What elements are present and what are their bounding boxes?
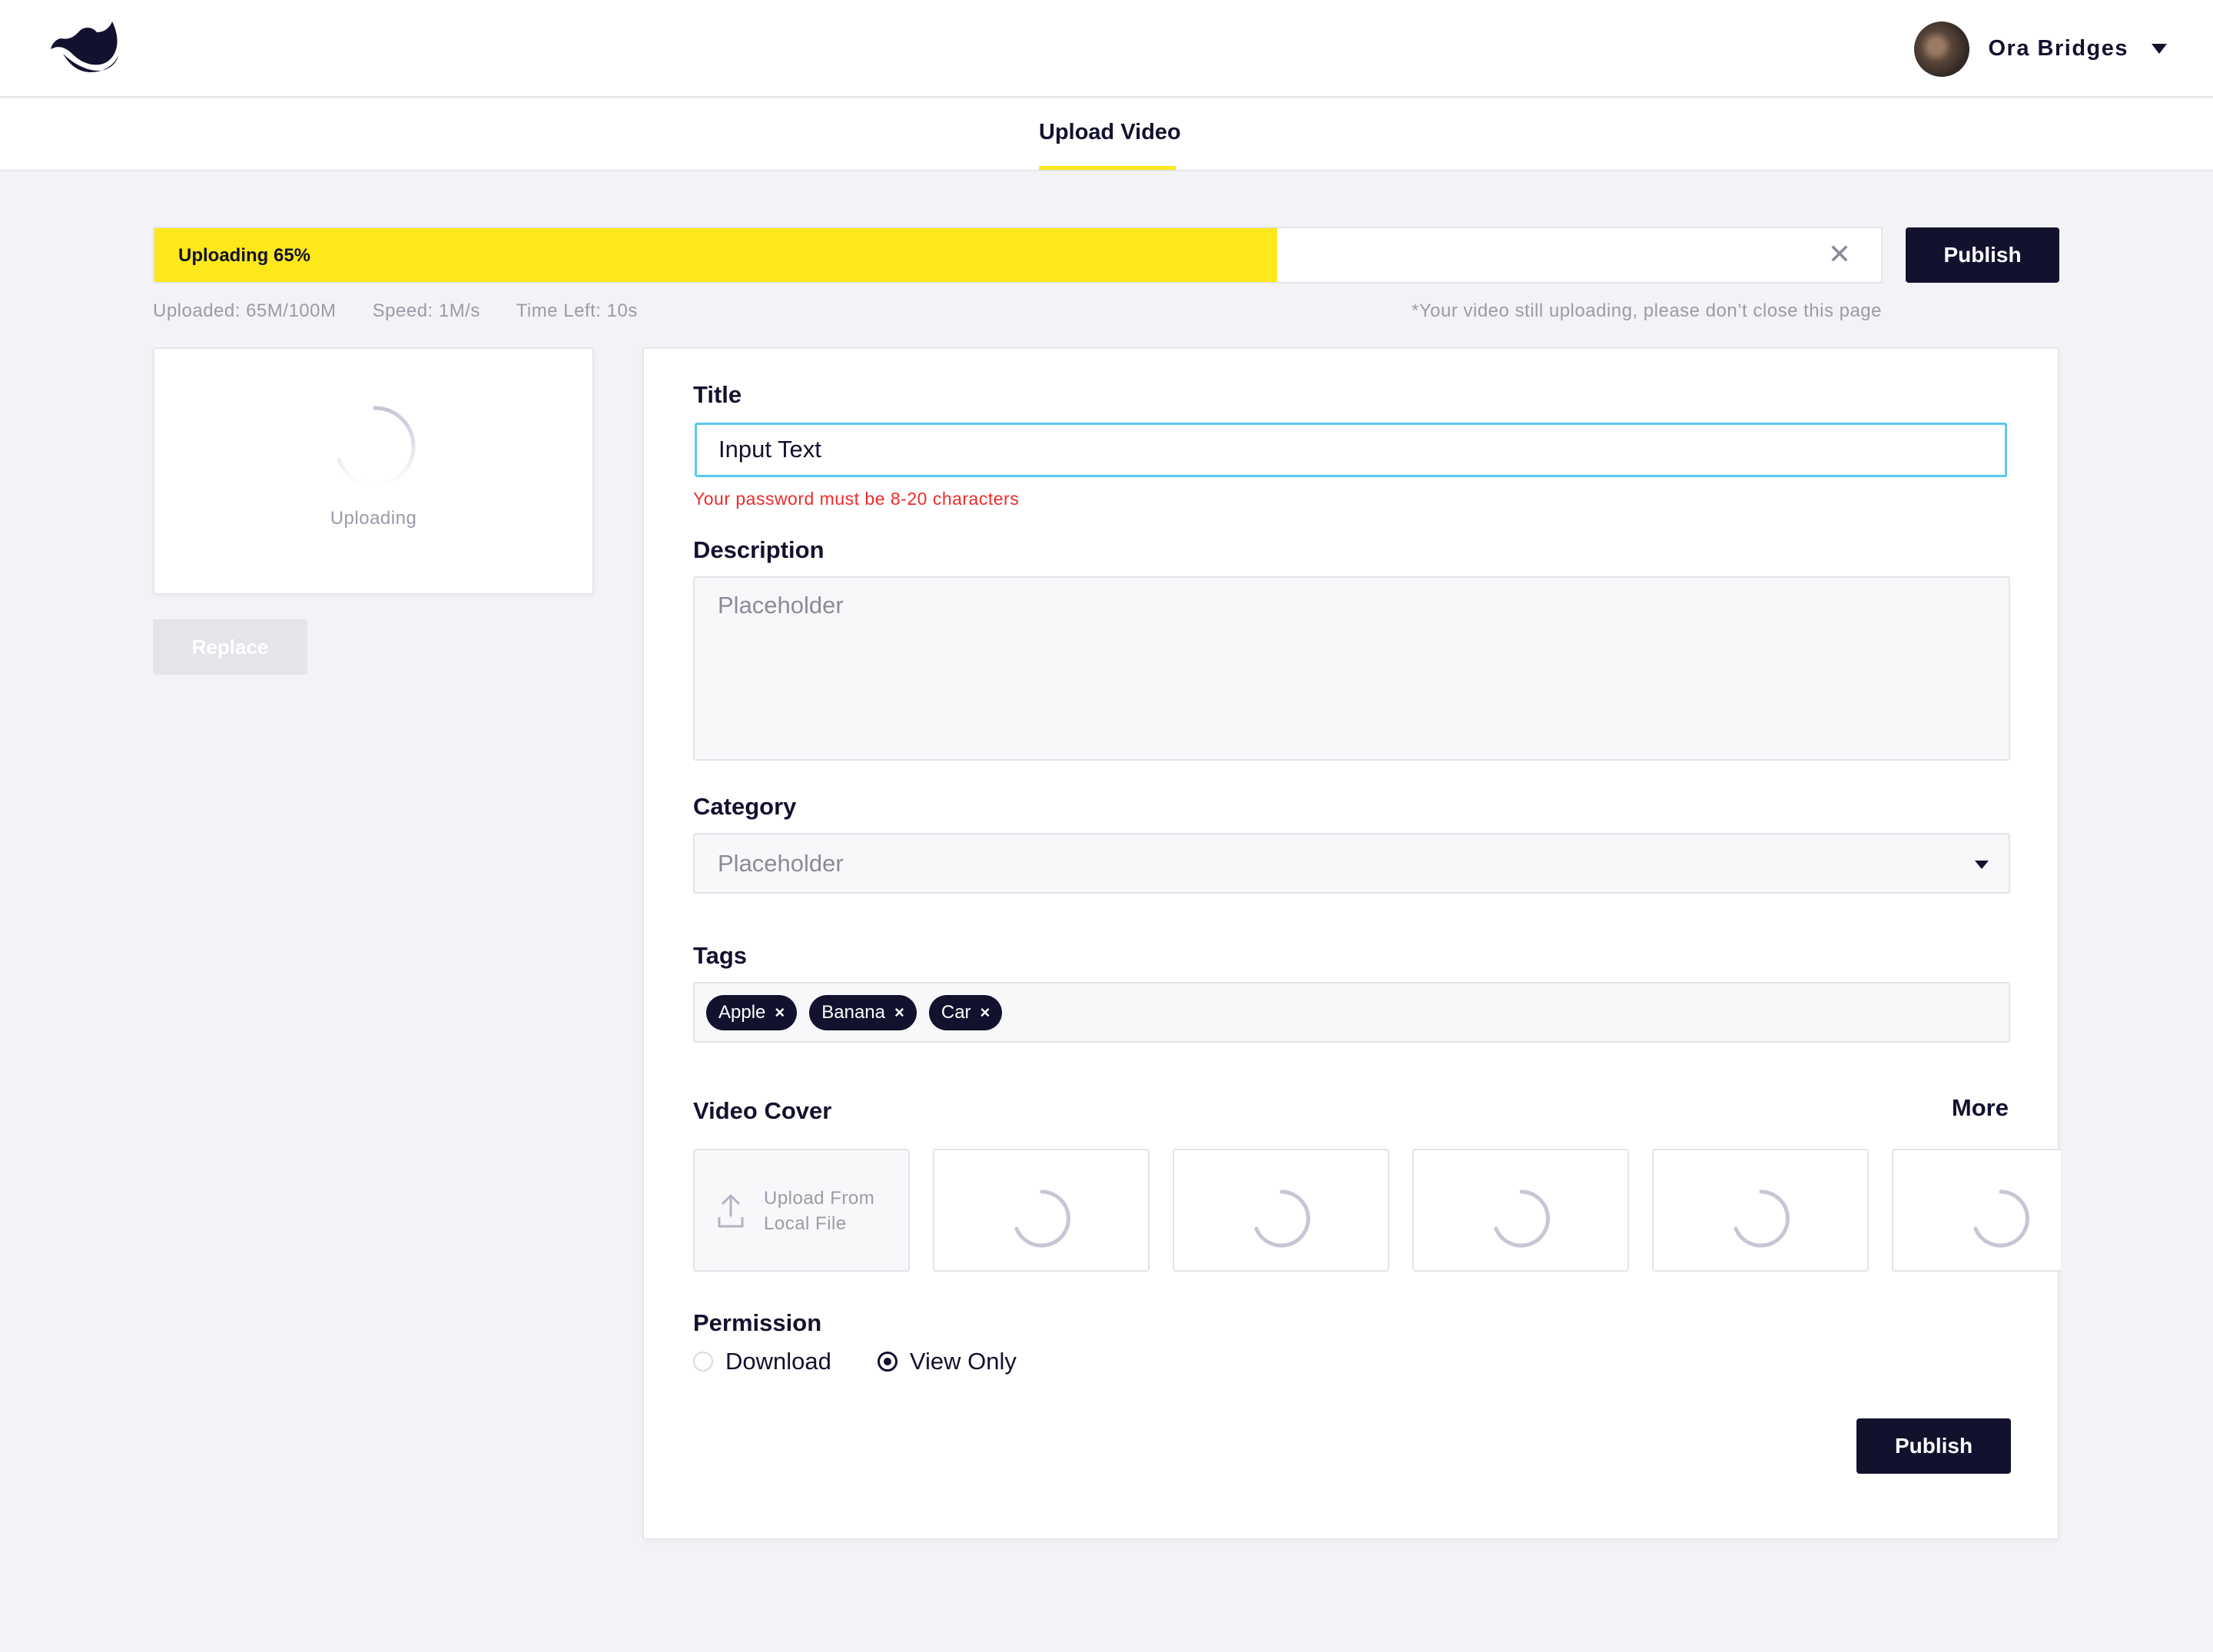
loading-spinner-icon <box>1014 1189 1070 1248</box>
upload-cover-button[interactable]: Upload From Local File <box>693 1149 910 1272</box>
title-input[interactable]: Input Text <box>695 423 2007 477</box>
category-placeholder: Placeholder <box>718 850 844 877</box>
radio-label-view-only: View Only <box>909 1348 1017 1375</box>
upload-cover-line-2: Local File <box>764 1213 847 1234</box>
upload-notice: *Your video still uploading, please don’… <box>1411 300 1882 321</box>
description-textarea[interactable]: Placeholder <box>693 576 2010 761</box>
avatar[interactable] <box>1913 21 1969 77</box>
tag-chip: Apple × <box>706 995 798 1030</box>
tag-chip: Banana × <box>809 995 917 1030</box>
tag-remove-icon[interactable]: × <box>980 1003 990 1023</box>
cover-option[interactable] <box>1652 1149 1869 1272</box>
preview-status: Uploading <box>330 508 417 529</box>
progress-label: Uploading 65% <box>178 245 311 266</box>
tag-remove-icon[interactable]: × <box>894 1003 904 1023</box>
description-label: Description <box>693 536 824 563</box>
cover-list: Upload From Local File <box>693 1149 2061 1272</box>
tag-label: Car <box>941 1002 971 1023</box>
close-icon[interactable]: ✕ <box>1827 241 1852 268</box>
video-preview: Uploading <box>153 347 594 595</box>
radio-label-download: Download <box>725 1348 831 1375</box>
uploaded-size: Uploaded: 65M/100M <box>153 300 337 321</box>
video-cover-label: Video Cover <box>693 1097 832 1124</box>
permission-radio-group: Download View Only <box>693 1348 1063 1375</box>
replace-button[interactable]: Replace <box>153 619 307 675</box>
active-tab-indicator <box>1039 166 1176 170</box>
radio-view-only[interactable]: View Only <box>877 1348 1017 1375</box>
user-menu[interactable]: Ora Bridges <box>1913 21 2167 77</box>
radio-unchecked-icon[interactable] <box>693 1352 713 1372</box>
cover-option[interactable] <box>1412 1149 1629 1272</box>
upload-icon <box>718 1194 744 1228</box>
more-link[interactable]: More <box>1952 1094 2009 1122</box>
loading-spinner-icon <box>1734 1189 1790 1248</box>
upload-form-card: Title Input Text Your password must be 8… <box>642 347 2061 1540</box>
cover-option[interactable] <box>1892 1149 2061 1272</box>
tag-label: Banana <box>821 1002 885 1023</box>
tag-remove-icon[interactable]: × <box>775 1003 785 1023</box>
progress-fill <box>154 228 1277 282</box>
user-name[interactable]: Ora Bridges <box>1989 36 2129 61</box>
upload-progress-bar: Uploading 65% ✕ <box>153 227 1883 284</box>
publish-button[interactable]: Publish <box>1856 1418 2011 1474</box>
title-label: Title <box>693 381 742 408</box>
upload-stats: Uploaded: 65M/100M Speed: 1M/s Time Left… <box>153 300 669 322</box>
loading-spinner-icon <box>337 406 416 487</box>
chevron-down-icon[interactable] <box>1975 861 1989 869</box>
title-error: Your password must be 8-20 characters <box>693 489 1020 509</box>
loading-spinner-icon <box>1254 1189 1310 1248</box>
cover-option[interactable] <box>1173 1149 1389 1272</box>
publish-button-top[interactable]: Publish <box>1906 227 2059 283</box>
tab-upload-video[interactable]: Upload Video <box>1039 120 1181 145</box>
tag-chip: Car × <box>928 995 1003 1030</box>
radio-download[interactable]: Download <box>693 1348 831 1375</box>
tag-label: Apple <box>718 1002 766 1023</box>
top-bar: Ora Bridges <box>0 0 2213 98</box>
tab-bar: Upload Video <box>0 98 2213 171</box>
cover-option[interactable] <box>933 1149 1150 1272</box>
category-select[interactable]: Placeholder <box>693 833 2010 894</box>
tags-label: Tags <box>693 942 748 969</box>
time-left: Time Left: 10s <box>516 300 638 321</box>
whale-logo-icon[interactable] <box>48 18 121 78</box>
tags-input[interactable]: Apple × Banana × Car × <box>693 982 2010 1043</box>
upload-speed: Speed: 1M/s <box>372 300 480 321</box>
radio-checked-icon[interactable] <box>877 1352 897 1372</box>
upload-cover-line-1: Upload From <box>764 1188 875 1209</box>
loading-spinner-icon <box>1494 1189 1550 1248</box>
loading-spinner-icon <box>1973 1189 2029 1248</box>
chevron-down-icon[interactable] <box>2152 44 2167 54</box>
category-label: Category <box>693 793 797 820</box>
upload-cover-text: Upload From Local File <box>764 1186 874 1236</box>
permission-label: Permission <box>693 1309 822 1336</box>
